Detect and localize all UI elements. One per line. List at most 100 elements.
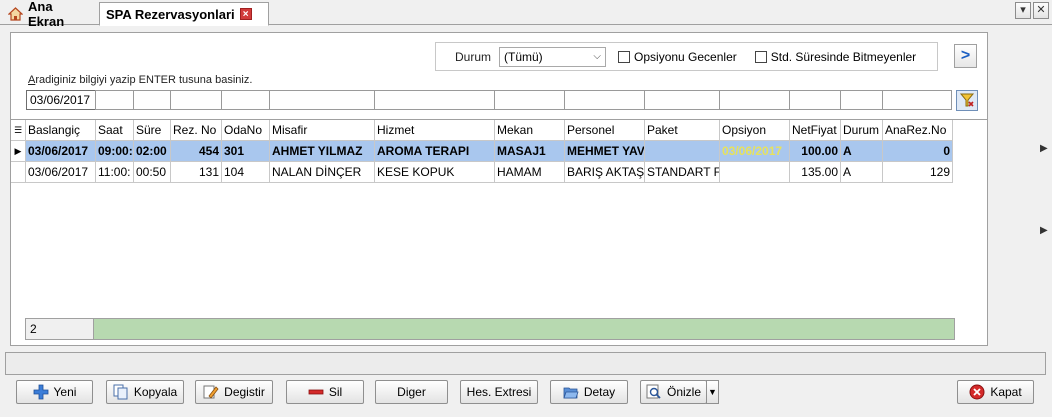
other-button[interactable]: Diger	[375, 380, 448, 404]
search-cell[interactable]	[494, 90, 565, 110]
account-statement-button[interactable]: Hes. Extresi	[460, 380, 538, 404]
cell-oda-no[interactable]: 104	[222, 162, 270, 183]
tab-spa-label: SPA Rezervasyonlari	[106, 6, 235, 22]
col-opsiyon[interactable]: Opsiyon	[720, 120, 790, 141]
preview-dropdown-button[interactable]: ▼	[706, 380, 719, 404]
cell-anarez-no[interactable]: 129	[883, 162, 953, 183]
search-cell[interactable]	[840, 90, 883, 110]
expand-right-icon[interactable]: ▶	[1040, 225, 1048, 236]
cell-anarez-no[interactable]: 0	[883, 141, 953, 162]
clear-search-button[interactable]	[956, 90, 978, 111]
main-panel: Durum (Tümü) ⌵ Opsiyonu Gecenler Std. Sü…	[10, 32, 988, 346]
col-baslangic[interactable]: Baslangiç	[26, 120, 96, 141]
cell-oda-no[interactable]: 301	[222, 141, 270, 162]
search-cell[interactable]	[719, 90, 790, 110]
search-row: 03/06/2017	[26, 90, 952, 110]
row-indicator	[11, 162, 26, 183]
cell-saat[interactable]: 09:00:	[96, 141, 134, 162]
tab-spa-rezervasyonlari[interactable]: SPA Rezervasyonlari ×	[99, 2, 269, 26]
checkbox-icon[interactable]	[754, 50, 767, 63]
tab-close-icon[interactable]: ×	[239, 8, 252, 20]
search-hint: Aradiginiz bilgiyi yazip ENTER tusuna ba…	[28, 74, 253, 86]
search-cell[interactable]	[269, 90, 375, 110]
col-paket[interactable]: Paket	[645, 120, 720, 141]
cell-saat[interactable]: 11:00:	[96, 162, 134, 183]
cell-paket[interactable]: STANDART F	[645, 162, 720, 183]
window-dropdown-button[interactable]: ▾	[1015, 2, 1031, 19]
option-unfinished-label: Std. Süresinde Bitmeyenler	[770, 49, 917, 64]
preview-button[interactable]: Önizle	[640, 380, 707, 404]
search-cell[interactable]	[882, 90, 952, 110]
cell-hizmet[interactable]: AROMA TERAPI	[375, 141, 495, 162]
cell-sure[interactable]: 00:50	[134, 162, 171, 183]
col-saat[interactable]: Saat	[96, 120, 134, 141]
search-cell[interactable]	[564, 90, 645, 110]
cell-hizmet[interactable]: KESE KOPUK	[375, 162, 495, 183]
cell-misafir[interactable]: NALAN DİNÇER	[270, 162, 375, 183]
col-misafir[interactable]: Misafir	[270, 120, 375, 141]
cell-sure[interactable]: 02:00	[134, 141, 171, 162]
cell-mekan[interactable]: MASAJ1	[495, 141, 565, 162]
cell-baslangic[interactable]: 03/06/2017	[26, 141, 96, 162]
filter-box: Durum (Tümü) ⌵ Opsiyonu Gecenler Std. Sü…	[435, 42, 938, 71]
table-row[interactable]: ▶ 03/06/2017 09:00: 02:00 454 301 AHMET …	[11, 141, 953, 162]
edit-button[interactable]: Degistir	[195, 380, 273, 404]
new-button-label: Yeni	[53, 385, 77, 399]
cell-personel[interactable]: BARIŞ AKTAŞ	[565, 162, 645, 183]
cell-personel[interactable]: MEHMET YAV	[565, 141, 645, 162]
cell-mekan[interactable]: HAMAM	[495, 162, 565, 183]
col-hizmet[interactable]: Hizmet	[375, 120, 495, 141]
col-durum[interactable]: Durum	[841, 120, 883, 141]
col-anarez-no[interactable]: AnaRez.No	[883, 120, 953, 141]
cell-durum[interactable]: A	[841, 141, 883, 162]
search-cell[interactable]	[789, 90, 841, 110]
search-cell[interactable]	[95, 90, 134, 110]
cell-netfiyat[interactable]: 100.00	[790, 141, 841, 162]
option-expired-checkbox[interactable]: Opsiyonu Gecenler	[618, 50, 737, 64]
window-close-button[interactable]: ✕	[1033, 2, 1049, 19]
expand-right-icon[interactable]: ▶	[1040, 143, 1048, 154]
search-cell[interactable]	[170, 90, 222, 110]
option-unfinished-checkbox[interactable]: Std. Süresinde Bitmeyenler	[754, 49, 917, 64]
copy-button[interactable]: Kopyala	[106, 380, 184, 404]
new-button[interactable]: Yeni	[16, 380, 93, 404]
close-button[interactable]: Kapat	[957, 380, 1034, 404]
search-cell[interactable]	[644, 90, 720, 110]
other-button-label: Diger	[397, 385, 426, 399]
cell-opsiyon[interactable]	[720, 162, 790, 183]
tab-bar: Ana Ekran SPA Rezervasyonlari × ▾ ✕	[0, 0, 1052, 29]
col-netfiyat[interactable]: NetFiyat	[790, 120, 841, 141]
col-rez-no[interactable]: Rez. No	[171, 120, 222, 141]
close-circle-icon	[969, 384, 985, 400]
col-sure[interactable]: Süre	[134, 120, 171, 141]
account-statement-label: Hes. Extresi	[466, 385, 532, 399]
col-oda-no[interactable]: OdaNo	[222, 120, 270, 141]
cell-paket[interactable]	[645, 141, 720, 162]
detail-button-label: Detay	[583, 385, 616, 399]
status-bar	[5, 352, 1046, 375]
checkbox-icon[interactable]	[618, 50, 631, 63]
grid-footer: 2	[25, 318, 955, 340]
status-select[interactable]: (Tümü) ⌵	[499, 46, 607, 67]
search-cell[interactable]	[374, 90, 495, 110]
table-row[interactable]: 03/06/2017 11:00: 00:50 131 104 NALAN Dİ…	[11, 162, 953, 183]
delete-button-label: Sil	[328, 385, 343, 399]
detail-button[interactable]: Detay	[550, 380, 628, 404]
col-mekan[interactable]: Mekan	[495, 120, 565, 141]
tab-ana-ekran[interactable]: Ana Ekran	[2, 0, 98, 29]
search-cell[interactable]	[133, 90, 171, 110]
delete-button[interactable]: Sil	[286, 380, 364, 404]
cell-netfiyat[interactable]: 135.00	[790, 162, 841, 183]
cell-baslangic[interactable]: 03/06/2017	[26, 162, 96, 183]
cell-opsiyon[interactable]: 03/06/2017	[720, 141, 790, 162]
search-date-input[interactable]: 03/06/2017	[26, 90, 96, 110]
cell-rez-no[interactable]: 454	[171, 141, 222, 162]
cell-misafir[interactable]: AHMET YILMAZ	[270, 141, 375, 162]
cell-rez-no[interactable]: 131	[171, 162, 222, 183]
columns-menu-icon[interactable]: ☰	[11, 120, 26, 141]
apply-filter-button[interactable]: >	[954, 44, 977, 68]
edit-pencil-icon	[203, 384, 219, 400]
cell-durum[interactable]: A	[841, 162, 883, 183]
col-personel[interactable]: Personel	[565, 120, 645, 141]
search-cell[interactable]	[221, 90, 270, 110]
